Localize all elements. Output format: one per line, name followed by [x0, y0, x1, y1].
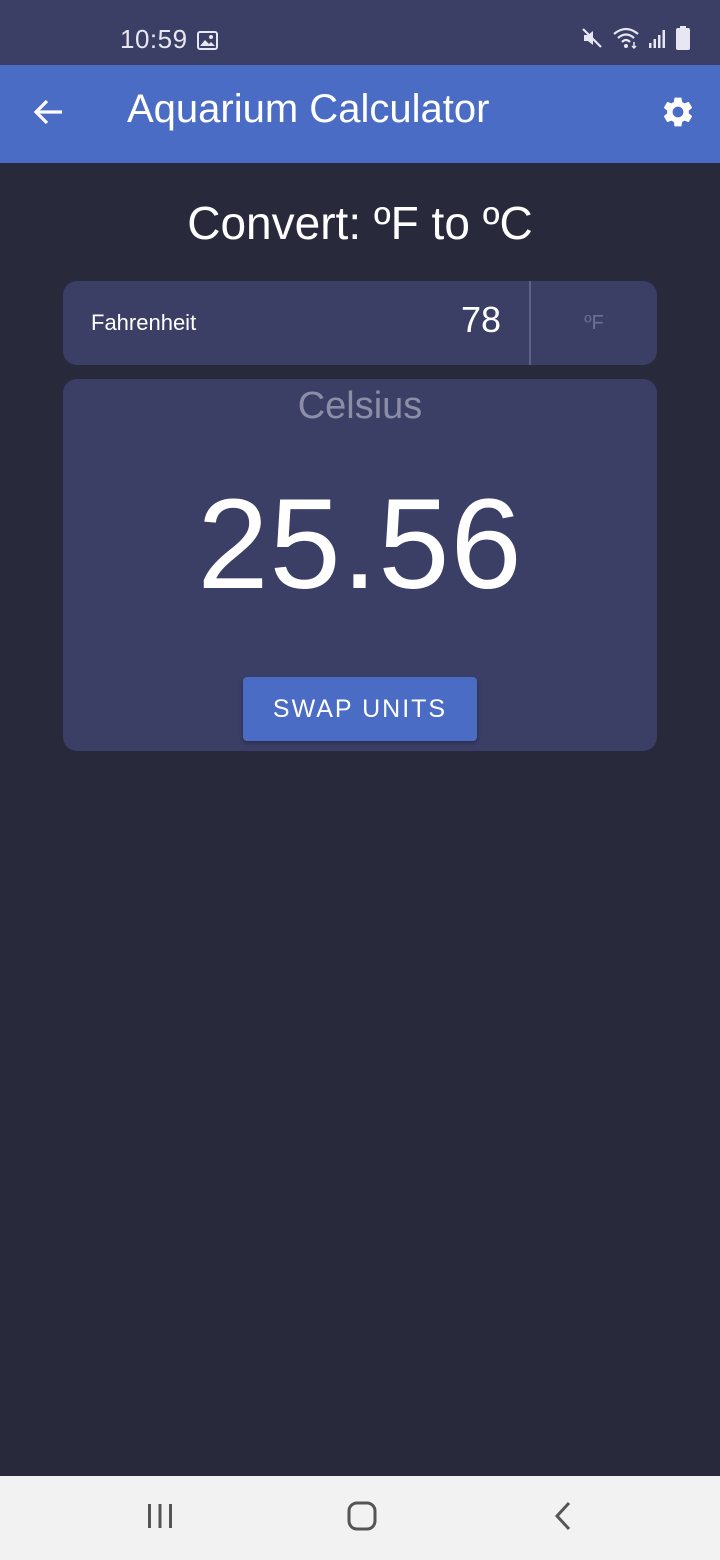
page-heading: Convert: ºF to ºC [187, 197, 533, 249]
fahrenheit-label: Fahrenheit [91, 310, 197, 335]
settings-button[interactable] [654, 90, 702, 138]
home-button[interactable] [342, 1498, 382, 1538]
swap-units-button[interactable]: SWAP UNITS [243, 677, 477, 741]
status-bar: 10:59 [0, 0, 720, 65]
fahrenheit-input-card[interactable]: Fahrenheit 78 ºF [63, 281, 657, 365]
recent-apps-icon [145, 1502, 175, 1535]
back-nav-icon [552, 1500, 576, 1537]
celsius-value: 25.56 [197, 473, 523, 616]
wifi-icon [612, 26, 640, 55]
system-nav-bar [0, 1476, 720, 1560]
back-nav-button[interactable] [544, 1498, 584, 1538]
status-time: 10:59 [120, 24, 188, 54]
home-icon [346, 1500, 378, 1537]
back-button[interactable] [24, 90, 72, 138]
gallery-icon [197, 31, 218, 50]
celsius-result-card: Celsius 25.56 SWAP UNITS [63, 379, 657, 751]
arrow-left-icon [32, 98, 64, 131]
app-bar: Aquarium Calculator [0, 65, 720, 163]
fahrenheit-input[interactable]: 78 [263, 299, 501, 341]
recent-apps-button[interactable] [140, 1498, 180, 1538]
signal-icon [648, 27, 668, 54]
unit-suffix: ºF [584, 311, 604, 334]
mute-icon [580, 26, 604, 55]
celsius-label: Celsius [297, 385, 423, 427]
app-title: Aquarium Calculator [127, 87, 490, 131]
status-icons [580, 25, 690, 55]
gear-icon [660, 94, 696, 135]
battery-icon [676, 25, 690, 55]
